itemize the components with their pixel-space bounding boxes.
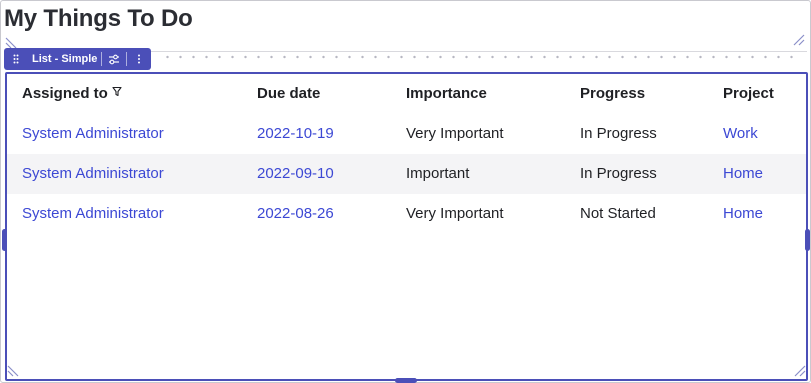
due-date-link[interactable]: 2022-09-10 xyxy=(257,154,334,194)
table-row[interactable]: System Administrator 2022-10-19 Very Imp… xyxy=(7,114,806,154)
resize-corner-icon xyxy=(5,35,19,49)
list-component[interactable]: Assigned to Due date Importance Progress… xyxy=(5,72,808,381)
due-date-link[interactable]: 2022-10-19 xyxy=(257,114,334,154)
table-row[interactable]: System Administrator 2022-08-26 Very Imp… xyxy=(7,194,806,234)
table-header-row: Assigned to Due date Importance Progress… xyxy=(7,74,806,114)
importance-value: Very Important xyxy=(406,125,504,142)
drag-dots-icon[interactable] xyxy=(4,48,28,70)
component-label: List - Simple xyxy=(32,53,98,65)
assigned-to-link[interactable]: System Administrator xyxy=(22,194,164,234)
progress-value: In Progress xyxy=(580,165,657,182)
filter-icon[interactable] xyxy=(112,73,122,113)
list-table: Assigned to Due date Importance Progress… xyxy=(7,74,806,234)
column-header-progress[interactable]: Progress xyxy=(580,74,645,114)
column-header-label: Assigned to xyxy=(22,85,108,102)
resize-corner-icon xyxy=(791,34,805,48)
project-link[interactable]: Home xyxy=(723,154,763,194)
column-header-importance[interactable]: Importance xyxy=(406,74,487,114)
due-date-link[interactable]: 2022-08-26 xyxy=(257,194,334,234)
progress-value: In Progress xyxy=(580,125,657,142)
assigned-to-link[interactable]: System Administrator xyxy=(22,154,164,194)
resize-corner-icon xyxy=(792,363,806,377)
drop-zone-dots xyxy=(161,55,801,59)
project-link[interactable]: Work xyxy=(723,114,758,154)
column-header-assigned-to[interactable]: Assigned to xyxy=(22,74,122,114)
page-canvas: My Things To Do List - Simple Assigned t… xyxy=(0,0,811,383)
assigned-to-link[interactable]: System Administrator xyxy=(22,114,164,154)
column-header-due-date[interactable]: Due date xyxy=(257,74,320,114)
title-region[interactable]: My Things To Do xyxy=(1,1,810,52)
page-title: My Things To Do xyxy=(4,5,193,32)
resize-handle-left[interactable] xyxy=(2,229,7,251)
more-vertical-icon[interactable] xyxy=(127,48,151,70)
resize-handle-bottom[interactable] xyxy=(395,378,417,383)
component-toolbar: List - Simple xyxy=(4,48,152,70)
column-header-project[interactable]: Project xyxy=(723,74,774,114)
importance-value: Important xyxy=(406,165,470,182)
sliders-icon[interactable] xyxy=(102,48,126,70)
importance-value: Very Important xyxy=(406,205,504,222)
project-link[interactable]: Home xyxy=(723,194,763,234)
progress-value: Not Started xyxy=(580,205,656,222)
resize-handle-right[interactable] xyxy=(805,229,810,251)
resize-corner-icon xyxy=(7,363,21,377)
table-row[interactable]: System Administrator 2022-09-10 Importan… xyxy=(7,154,806,194)
